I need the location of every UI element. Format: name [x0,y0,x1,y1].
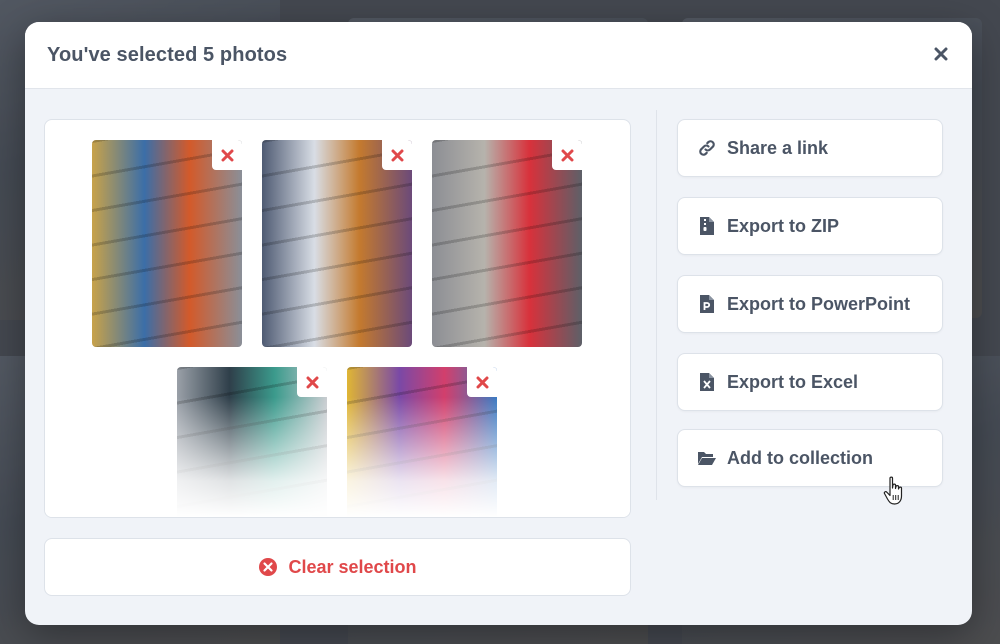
export-to-excel-button[interactable]: Export to Excel [677,353,943,411]
file-powerpoint-icon [697,294,717,314]
action-label: Add to collection [727,447,873,468]
modal-header: You've selected 5 photos [25,22,972,89]
clear-selection-button[interactable]: Clear selection [44,538,631,596]
photo-thumbnail[interactable] [347,367,497,517]
close-button[interactable] [930,43,952,65]
export-to-zip-button[interactable]: Export to ZIP [677,197,943,255]
file-excel-icon [697,372,717,392]
remove-photo-button[interactable] [297,367,327,397]
photo-image [92,140,242,347]
action-label: Export to PowerPoint [727,293,911,314]
photo-thumbnail[interactable] [262,140,412,347]
remove-photo-button[interactable] [552,140,582,170]
share-a-link-button[interactable]: Share a link [677,119,943,177]
remove-photo-button[interactable] [382,140,412,170]
remove-x-icon [476,376,488,388]
photo-image [262,140,412,347]
action-label: Export to ZIP [727,215,839,236]
modal-title: You've selected 5 photos [47,43,288,66]
hand-pointer-cursor-icon [883,476,903,505]
selection-modal: You've selected 5 photos Share a link Exp… [25,22,972,625]
fade-overlay [45,397,630,517]
close-icon [934,47,948,61]
file-zip-icon [697,216,717,236]
action-label: Export to Excel [727,371,859,392]
remove-x-icon [561,149,573,161]
vertical-divider [656,110,657,500]
x-circle-icon [259,558,278,576]
link-icon [697,138,717,158]
selected-photos-panel [44,119,631,518]
photo-thumbnail[interactable] [92,140,242,347]
photo-thumbnail[interactable] [177,367,327,517]
remove-x-icon [306,376,318,388]
folder-open-icon [697,448,717,468]
remove-photo-button[interactable] [212,140,242,170]
action-label: Share a link [727,137,829,158]
clear-selection-label: Clear selection [288,556,417,577]
remove-photo-button[interactable] [467,367,497,397]
photo-thumbnail[interactable] [432,140,582,347]
export-to-powerpoint-button[interactable]: Export to PowerPoint [677,275,943,333]
photo-image [432,140,582,347]
remove-x-icon [221,149,233,161]
remove-x-icon [391,149,403,161]
